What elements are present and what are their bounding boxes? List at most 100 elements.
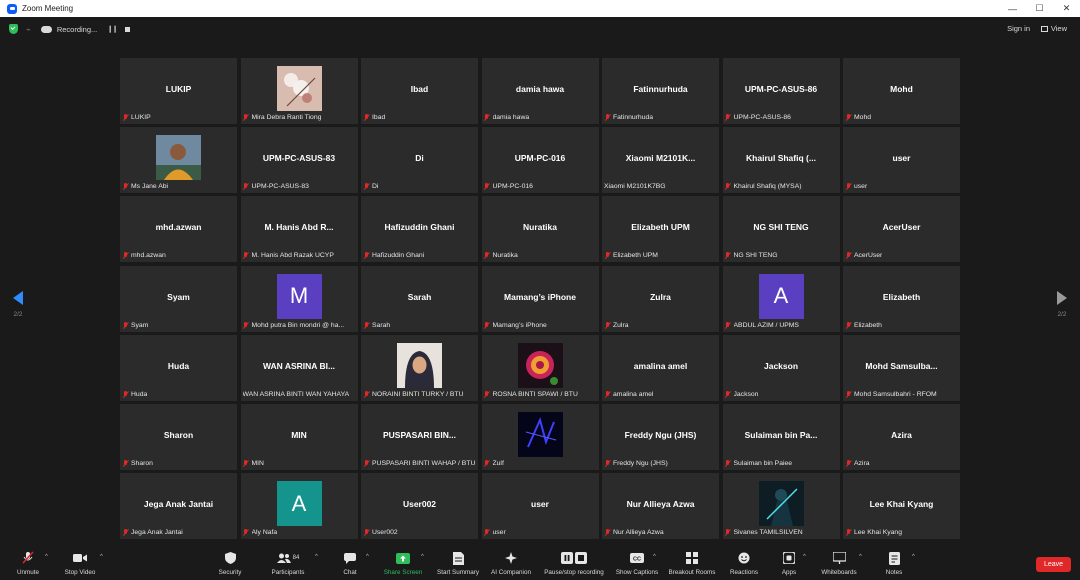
- notes-options-caret[interactable]: ^: [912, 554, 915, 560]
- participant-tile[interactable]: A Aly Nafa: [240, 473, 358, 540]
- participants-button[interactable]: 84 Participants: [270, 551, 306, 576]
- ai-companion-button[interactable]: AI Companion: [488, 551, 534, 576]
- participant-name-label: Huda: [131, 390, 148, 398]
- participant-tile[interactable]: Jackson Jackson: [722, 334, 840, 401]
- notes-button[interactable]: Notes: [882, 551, 906, 576]
- participant-tile[interactable]: LUKIP LUKIP: [120, 58, 237, 124]
- participant-tile[interactable]: Elizabeth Elizabeth: [843, 265, 960, 332]
- sign-in-link[interactable]: Sign in: [1007, 24, 1030, 33]
- mic-muted-icon: [725, 390, 731, 398]
- participant-tile[interactable]: Sivanes TAMILSILVEN: [722, 473, 840, 540]
- participant-tile[interactable]: M Mohd putra Bin mondri @ ha...: [240, 265, 358, 332]
- mic-muted-icon: [845, 459, 851, 467]
- view-button[interactable]: View: [1040, 24, 1067, 33]
- participant-tile[interactable]: A ABDUL AZIM / UPMS: [722, 265, 840, 332]
- participant-tile[interactable]: Huda Huda: [120, 334, 237, 401]
- share-screen-button[interactable]: Share Screen: [382, 551, 424, 576]
- security-button[interactable]: Security: [216, 551, 244, 576]
- participant-tile[interactable]: MIN MIN: [240, 403, 358, 470]
- mic-muted-icon: [845, 321, 851, 329]
- connection-icon[interactable]: ⌁: [26, 25, 31, 34]
- participant-tile[interactable]: WAN ASRINA BI... WAN ASRINA BINTI WAN YAH…: [240, 334, 358, 401]
- start-summary-button[interactable]: Start Summary: [434, 551, 482, 576]
- participant-tile[interactable]: User002 User002: [361, 473, 478, 540]
- video-options-caret[interactable]: ^: [100, 554, 103, 560]
- participant-tile[interactable]: PUSPASARI BIN... PUSPASARI BINTI WAHAP / …: [361, 403, 478, 470]
- participant-tile[interactable]: Elizabeth UPM Elizabeth UPM: [602, 196, 719, 263]
- participant-tile[interactable]: amalina amel amalina amel: [602, 334, 719, 401]
- participant-tile[interactable]: Khairul Shafiq (... Khairul Shafiq (MYSA): [722, 127, 840, 194]
- participant-tile[interactable]: Azira Azira: [843, 403, 960, 470]
- participant-tile[interactable]: user user: [843, 127, 960, 194]
- close-button[interactable]: ✕: [1053, 0, 1080, 17]
- apps-options-caret[interactable]: ^: [803, 554, 806, 560]
- participant-tile[interactable]: Jega Anak Jantai Jega Anak Jantai: [120, 473, 237, 540]
- participant-tile[interactable]: UPM-PC-ASUS-86 UPM-PC-ASUS-86: [722, 58, 840, 124]
- chat-options-caret[interactable]: ^: [366, 554, 369, 560]
- participant-tile[interactable]: M. Hanis Abd R... M. Hanis Abd Razak UCYP: [240, 196, 358, 263]
- participant-tile[interactable]: Fatinnurhuda Fatinnurhuda: [602, 58, 719, 124]
- apps-button[interactable]: Apps: [778, 551, 800, 576]
- participants-options-caret[interactable]: ^: [315, 554, 318, 560]
- participant-tile[interactable]: Di Di: [361, 127, 478, 194]
- audio-options-caret[interactable]: ^: [45, 554, 48, 560]
- participant-tile[interactable]: Sarah Sarah: [361, 265, 478, 332]
- mic-muted-icon: [845, 183, 851, 190]
- participant-tile[interactable]: Lee Khai Kyang Lee Khai Kyang: [843, 473, 960, 540]
- participant-tile[interactable]: AcerUser AcerUser: [843, 196, 960, 263]
- ai-companion-icon: [505, 551, 517, 565]
- whiteboards-button[interactable]: Whiteboards: [818, 551, 860, 576]
- pause-stop-recording-button[interactable]: Pause/stop recording: [541, 551, 607, 576]
- participant-tile[interactable]: ROSNA BINTI SPAWI / BTU: [481, 334, 599, 401]
- participant-tile[interactable]: mhd.azwan mhd.azwan: [120, 196, 237, 263]
- recording-status-label[interactable]: Recording...: [57, 25, 97, 34]
- participant-tile[interactable]: Ibad Ibad: [361, 58, 478, 124]
- participant-tile[interactable]: Zulra Zulra: [602, 265, 719, 332]
- chat-button[interactable]: Chat: [339, 551, 361, 576]
- breakout-rooms-button[interactable]: Breakout Rooms: [667, 551, 717, 576]
- participant-tile[interactable]: Xiaomi M2101K... Xiaomi M2101K7BG: [602, 127, 719, 194]
- participant-tile[interactable]: damia hawa damia hawa: [481, 58, 599, 124]
- leave-button[interactable]: Leave: [1036, 557, 1071, 572]
- mic-muted-icon: [604, 321, 610, 329]
- participant-tile[interactable]: Syam Syam: [120, 265, 237, 332]
- reactions-button[interactable]: Reactions: [728, 551, 760, 576]
- previous-page-button[interactable]: 2/2: [11, 291, 25, 318]
- participant-tile[interactable]: Ms Jane Abi: [120, 127, 237, 194]
- participant-tile[interactable]: UPM-PC-016 UPM-PC-016: [481, 127, 599, 194]
- participant-tile[interactable]: Hafizuddin Ghani Hafizuddin Ghani: [361, 196, 478, 263]
- participant-tile[interactable]: NG SHI TENG NG SHI TENG: [722, 196, 840, 263]
- minimize-button[interactable]: —: [999, 0, 1026, 17]
- meeting-toolbar: Unmute ^ Stop Video ^ Security 84 Partic…: [0, 545, 1080, 580]
- participant-tile[interactable]: NORAINI BINTI TURKY / BTU: [361, 334, 478, 401]
- participant-name-bar: UPM-PC-016: [484, 182, 597, 191]
- participant-tile[interactable]: Sulaiman bin Pa... Sulaiman bin Paiee: [722, 403, 840, 470]
- participant-tile[interactable]: Nuratika Nuratika: [481, 196, 599, 263]
- participant-tile[interactable]: user user: [481, 473, 599, 540]
- participant-display-name: Hafizuddin Ghani: [384, 222, 455, 233]
- participant-tile[interactable]: Sharon Sharon: [120, 403, 237, 470]
- participant-tile[interactable]: Mohd Mohd: [843, 58, 960, 124]
- encryption-shield-icon[interactable]: [9, 24, 18, 34]
- participant-tile[interactable]: Mohd Samsulba... Mohd Samsulbahri - RFOM: [843, 334, 960, 401]
- participant-tile[interactable]: Mira Debra Ranti Tiong: [240, 58, 358, 124]
- participant-tile[interactable]: Mamang’s iPhone Mamang’s iPhone: [481, 265, 599, 332]
- title-bar: Zoom Meeting — ☐ ✕: [0, 0, 1080, 17]
- whiteboards-options-caret[interactable]: ^: [859, 554, 862, 560]
- participant-tile[interactable]: UPM-PC-ASUS-83 UPM-PC-ASUS-83: [240, 127, 358, 194]
- stop-recording-icon[interactable]: [125, 26, 130, 32]
- participant-display-name: Elizabeth: [882, 291, 921, 302]
- participant-name-bar: Mohd putra Bin mondri @ ha...: [243, 321, 356, 330]
- next-page-button[interactable]: 2/2: [1055, 291, 1069, 318]
- participant-tile[interactable]: Zulf: [481, 403, 599, 470]
- stop-video-button[interactable]: Stop Video: [63, 551, 97, 576]
- mic-muted-icon: [484, 459, 490, 467]
- captions-options-caret[interactable]: ^: [653, 554, 656, 560]
- participant-tile[interactable]: Freddy Ngu (JHS) Freddy Ngu (JHS): [602, 403, 719, 470]
- maximize-button[interactable]: ☐: [1026, 0, 1053, 17]
- pause-recording-icon[interactable]: ❙❙: [107, 25, 118, 33]
- participant-tile[interactable]: Nur Allieya Azwa Nur Allieya Azwa: [602, 473, 719, 540]
- share-options-caret[interactable]: ^: [421, 554, 424, 560]
- participant-name-bar: Elizabeth: [845, 321, 958, 330]
- unmute-button[interactable]: Unmute: [14, 551, 42, 576]
